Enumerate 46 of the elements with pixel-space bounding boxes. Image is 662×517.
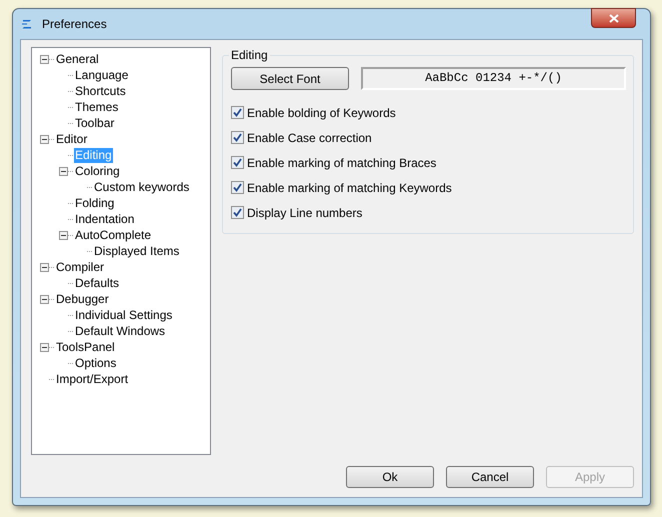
tree-item[interactable]: Indentation	[74, 212, 136, 226]
tree-item[interactable]: Displayed Items	[93, 244, 180, 258]
tree-item[interactable]: Folding	[74, 196, 116, 210]
checkbox-label: Enable Case correction	[247, 130, 372, 146]
tree-item[interactable]: Compiler	[55, 260, 106, 274]
tree-item[interactable]: ToolsPanel	[55, 340, 116, 354]
tree-item[interactable]: General	[55, 52, 100, 66]
dialog-button[interactable]: Cancel	[446, 466, 534, 488]
tree-item[interactable]: Default Windows	[74, 324, 166, 338]
window-title: Preferences	[42, 16, 107, 33]
tree-item[interactable]: Defaults	[74, 276, 120, 290]
tree-item[interactable]: Options	[74, 356, 118, 370]
dialog-button[interactable]: Ok	[346, 466, 434, 488]
checkbox-label: Display Line numbers	[247, 204, 362, 222]
tree-item[interactable]: Themes	[74, 100, 120, 114]
app-logo-icon	[21, 18, 33, 30]
collapse-icon[interactable]	[40, 262, 49, 272]
tree-item[interactable]: AutoComplete	[74, 228, 152, 242]
tree-item[interactable]: Shortcuts	[74, 84, 127, 98]
checkbox[interactable]	[231, 156, 244, 169]
tree-item[interactable]: Coloring	[74, 164, 121, 178]
collapse-icon[interactable]	[40, 342, 49, 352]
group-title: Editing	[229, 47, 270, 63]
checkbox-label: Enable marking of matching Braces	[247, 154, 436, 172]
tree-item[interactable]: Individual Settings	[74, 308, 174, 322]
collapse-icon[interactable]	[40, 134, 49, 144]
collapse-icon[interactable]	[59, 230, 68, 240]
tree-item[interactable]: Import/Export	[55, 372, 130, 386]
collapse-icon[interactable]	[40, 294, 49, 304]
font-preview: AaBbCc 01234 +-*/()	[361, 67, 626, 90]
select-font-button[interactable]: Select Font	[231, 67, 349, 90]
collapse-icon[interactable]	[59, 166, 68, 176]
checkbox-label: Enable bolding of Keywords	[247, 104, 396, 122]
checkbox[interactable]	[231, 106, 244, 119]
tree-item[interactable]: Toolbar	[74, 116, 116, 130]
tree-item[interactable]: Custom keywords	[93, 180, 190, 194]
tree-item[interactable]: Language	[74, 68, 130, 82]
checkbox[interactable]	[231, 181, 244, 194]
close-icon	[608, 14, 618, 22]
checkbox[interactable]	[231, 206, 244, 219]
checkbox-label: Enable marking of matching Keywords	[247, 180, 452, 196]
tree-item[interactable]: Debugger	[55, 292, 110, 306]
tree-item[interactable]: Editor	[55, 132, 88, 146]
close-button[interactable]	[591, 8, 636, 28]
collapse-icon[interactable]	[40, 54, 49, 64]
checkbox[interactable]	[231, 131, 244, 144]
